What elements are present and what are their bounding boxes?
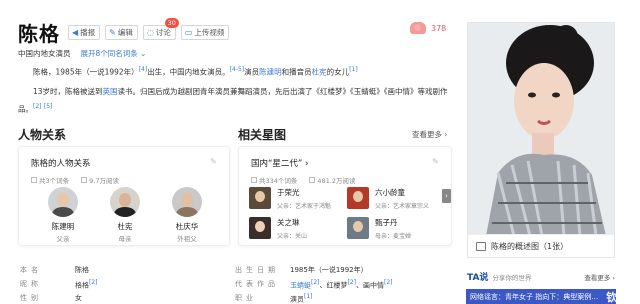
ref-link[interactable]: [5] <box>44 103 53 110</box>
ref-link[interactable]: [4] <box>139 66 148 73</box>
ref-link[interactable]: [2] <box>33 103 42 110</box>
avatar <box>110 187 140 217</box>
person-grandfather[interactable]: 杜庆华 外祖父 <box>165 187 209 243</box>
ad-banner[interactable]: 网络谣言：青年女子 指向下：典型案例… 钦号 / 猫 イ世 <box>466 289 616 304</box>
info-row: 本名 陈格 出生日期 1985年（一说1992年） <box>20 266 368 274</box>
star-item[interactable]: 关之琳 父亲：关山 <box>249 217 307 240</box>
upload-video-button[interactable]: ▭ 上传视频 <box>180 25 230 40</box>
portrait-image <box>468 23 614 237</box>
views-icon <box>309 177 316 183</box>
photo-caption[interactable]: 陈格的概述图（1张） <box>468 234 614 257</box>
ta-more-link[interactable]: 查看更多 › <box>584 272 615 282</box>
entries-icon <box>251 177 257 183</box>
stars-card: 国内“星二代” › ✎ 共334个词条 481.2万阅读 于荣光 父亲：艺术家于鸿… <box>238 146 452 246</box>
speaker-icon: ◀ <box>72 27 79 37</box>
ta-logo: TA说 <box>467 273 489 283</box>
star-photo <box>249 217 271 239</box>
uk-link[interactable]: 英国 <box>103 87 118 96</box>
toolbar: ◀ 播报 ✎ 编辑 ◌ 讨论 30 ▭ 上传视频 <box>68 18 230 40</box>
edit-icon[interactable]: ✎ <box>432 157 441 166</box>
subtitle: 中国内地女演员 <box>18 49 71 58</box>
avatar <box>172 187 202 217</box>
video-icon: ▭ <box>184 27 193 37</box>
ta-share-row: TA说 分享你的世界 查看更多 › <box>467 270 615 283</box>
relations-section-title: 人物关系 <box>18 128 67 142</box>
next-arrow-icon[interactable]: › <box>442 189 451 203</box>
heart-icon <box>410 22 426 34</box>
star-photo <box>249 187 271 209</box>
mother-link[interactable]: 杜宪 <box>312 68 327 77</box>
summary-paragraph-1: 陈格，1985年（一说1992年）[4]出生，中国内地女演员。[4-5]演员陈建… <box>33 66 358 77</box>
edit-button[interactable]: ✎ 编辑 <box>105 25 138 40</box>
like-count: 378 <box>431 23 447 33</box>
entries-icon <box>31 177 37 183</box>
discuss-count-badge: 30 <box>164 18 179 28</box>
summary-paragraph-2: 13岁时，陈格被送到英国读书。归国后成为越剧团青年演员兼舞蹈演员，先后出演了《红… <box>18 87 448 114</box>
work-link[interactable]: 玉蜻蜓 <box>290 281 311 289</box>
relations-card: 陈格的人物关系 ✎ 共3个词条 9.7万阅读 陈建明 父亲 杜宪 母亲 杜庆华 … <box>18 146 230 246</box>
stars-card-title[interactable]: 国内“星二代” › <box>251 157 308 169</box>
avatar <box>48 187 78 217</box>
ref-link[interactable]: [4-5] <box>230 66 244 73</box>
father-link[interactable]: 陈建明 <box>259 68 282 77</box>
edit-icon[interactable]: ✎ <box>210 157 219 166</box>
discuss-button[interactable]: ◌ 讨论 30 <box>142 18 179 40</box>
pencil-icon: ✎ <box>109 27 116 37</box>
profile-photo[interactable]: 陈格的概述图（1张） <box>467 22 615 258</box>
relations-card-title[interactable]: 陈格的人物关系 <box>31 157 91 169</box>
stars-section-title: 相关星图 <box>238 128 287 142</box>
star-item[interactable]: 甄子丹 母亲：麦宝婵 <box>347 217 411 240</box>
gallery-icon <box>476 241 486 251</box>
ref-link[interactable]: [1] <box>349 66 358 73</box>
person-father[interactable]: 陈建明 父亲 <box>41 187 85 243</box>
like-button[interactable]: 378 <box>410 22 446 34</box>
header: 陈格 ◀ 播报 ✎ 编辑 ◌ 讨论 30 ▭ 上传视频 <box>18 18 230 47</box>
info-row: 性别 女 职业 演员[1] <box>20 293 313 304</box>
star-photo <box>347 217 369 239</box>
star-item[interactable]: 于荣光 父亲：艺术家于鸿魁 <box>249 187 331 210</box>
info-row: 昵称 格格[2] 代表作品 玉蜻蜓[2]、红楼梦[2]、画中情[2] <box>20 279 393 290</box>
page-title: 陈格 <box>18 22 60 46</box>
views-icon <box>81 177 88 183</box>
relations-meta: 共3个词条 9.7万阅读 <box>31 175 119 185</box>
subtitle-row: 中国内地女演员 展开8个同名词条 ⌄ <box>18 48 146 59</box>
stars-more-link[interactable]: 查看更多 › <box>412 129 447 140</box>
star-photo <box>347 187 369 209</box>
stars-meta: 共334个词条 481.2万阅读 <box>251 175 356 185</box>
other-entries-link[interactable]: 展开8个同名词条 ⌄ <box>81 48 147 59</box>
person-mother[interactable]: 杜宪 母亲 <box>103 187 147 243</box>
broadcast-button[interactable]: ◀ 播报 <box>68 25 101 40</box>
chat-icon: ◌ <box>146 27 154 37</box>
star-item[interactable]: 六小龄童 父亲：艺术家章宗义 <box>347 187 429 210</box>
